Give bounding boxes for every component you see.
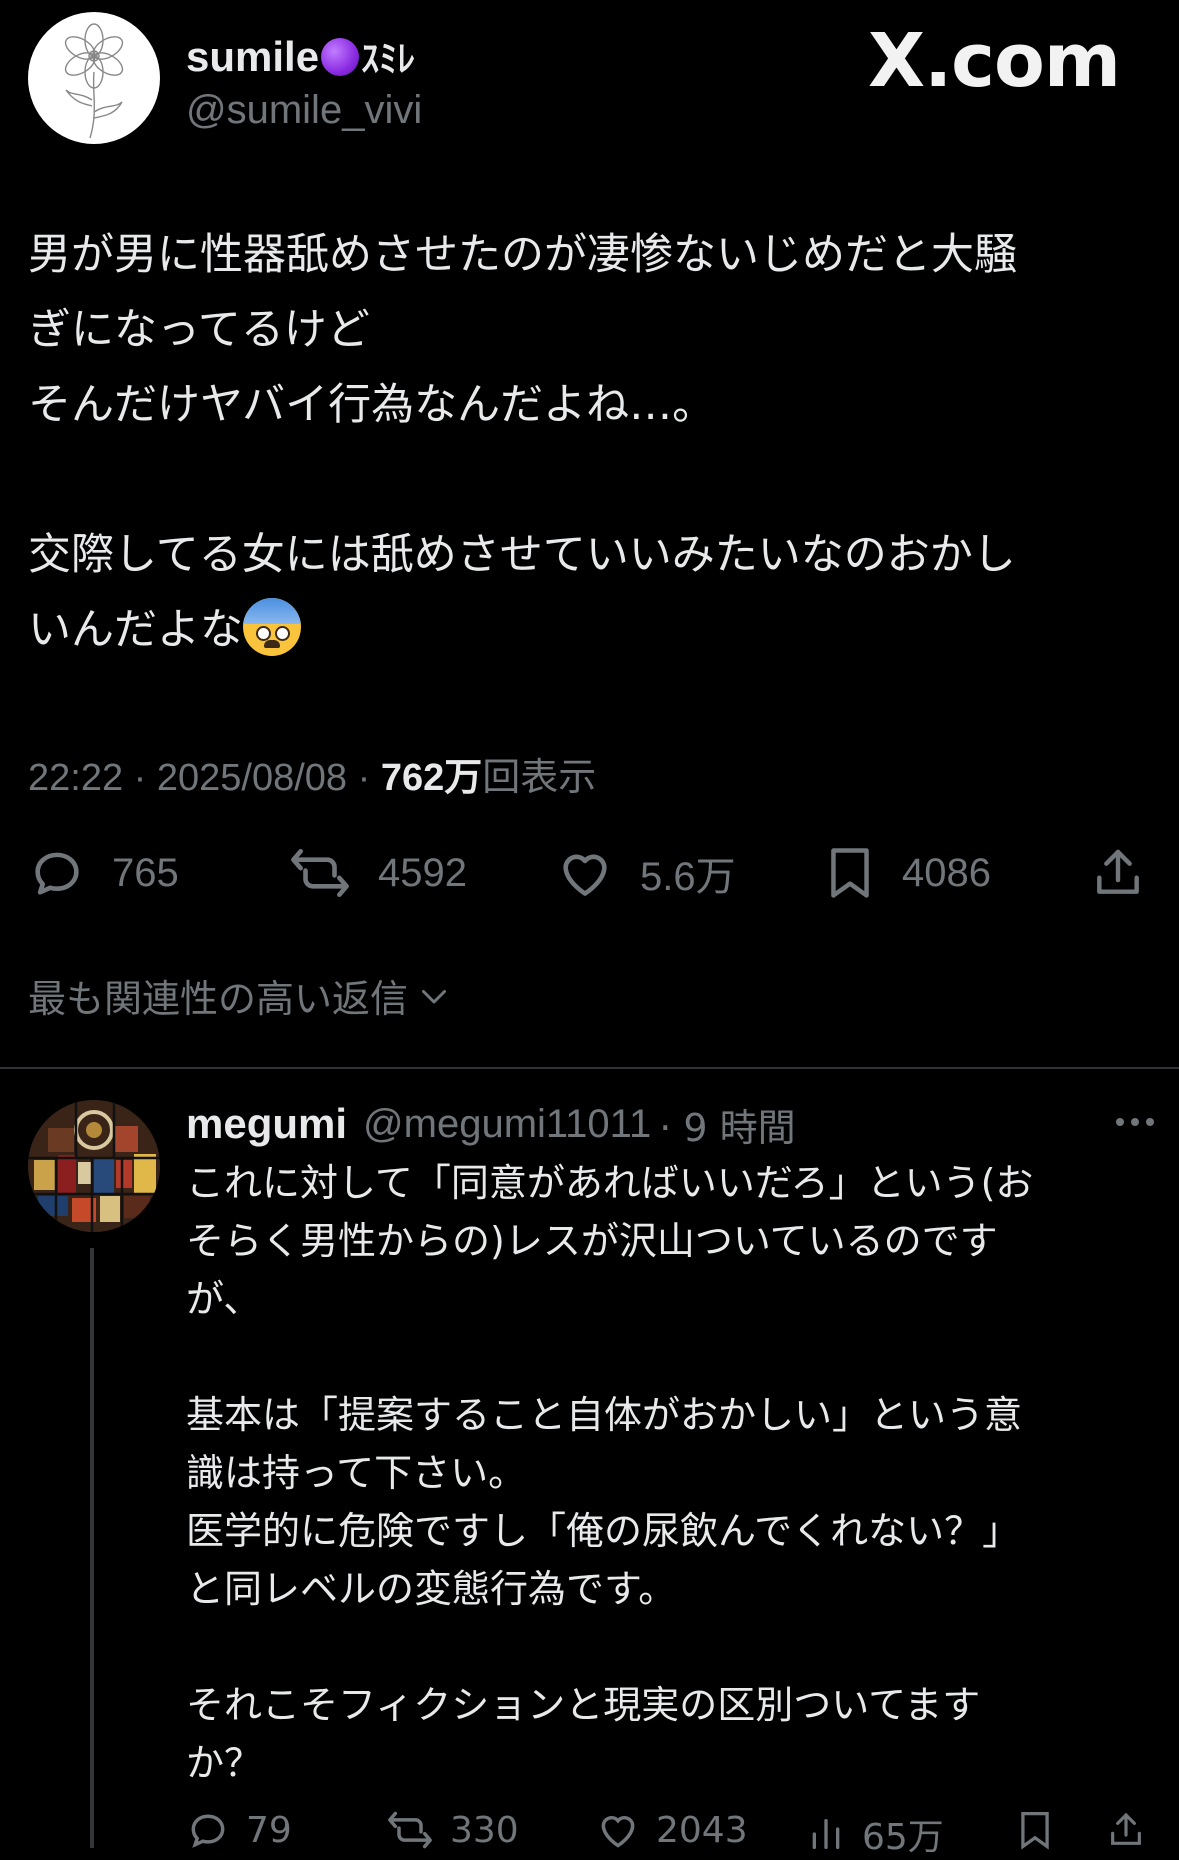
purple-circle-icon <box>321 38 360 76</box>
reply-repost-count: 330 <box>450 1809 519 1851</box>
reply-actions: 79 330 2043 65万 <box>186 1808 1146 1858</box>
repost-icon <box>291 848 349 898</box>
repost-icon <box>388 1811 432 1849</box>
view-label: 回表示 <box>482 757 597 799</box>
chevron-down-icon <box>422 989 447 1003</box>
views-icon <box>812 1819 840 1849</box>
post-header: sumile ｽﾐﾚ @sumile_vivi X.com <box>28 10 1148 150</box>
stained-glass-avatar-icon <box>28 1100 160 1232</box>
reply-like-button[interactable]: 2043 <box>596 1808 748 1852</box>
reply-button[interactable]: 765 <box>28 840 179 906</box>
divider <box>0 1067 1179 1069</box>
like-button[interactable]: 5.6万 <box>556 840 736 906</box>
reply-sort-label: 最も関連性の高い返信 <box>28 977 409 1021</box>
repost-count: 4592 <box>378 850 467 895</box>
like-count: 5.6万 <box>640 855 736 899</box>
reply-views-count: 65万 <box>862 1817 944 1858</box>
reply-repost-button[interactable]: 330 <box>386 1808 519 1852</box>
reply-display-name[interactable]: megumi <box>186 1100 347 1148</box>
reply-text: これに対して「同意があればいいだろ」という(お そらく男性からの)レスが沢山つい… <box>186 1161 1034 1785</box>
reply-like-count: 2043 <box>656 1809 748 1851</box>
user-handle[interactable]: @sumile_vivi <box>186 88 422 133</box>
reply-sort-dropdown[interactable]: 最も関連性の高い返信 <box>28 968 452 1023</box>
reply-time[interactable]: · 9 時間 <box>659 1097 795 1152</box>
fearful-face-emoji <box>243 598 301 656</box>
reply-icon <box>35 852 79 895</box>
more-icon[interactable] <box>1114 1116 1156 1128</box>
bookmark-button[interactable]: 4086 <box>824 840 991 906</box>
post-actions: 765 4592 5.6万 4086 <box>28 840 1148 906</box>
reply-header: megumi @megumi11011 · 9 時間 <box>186 1096 1156 1152</box>
reply-reply-count: 79 <box>246 1809 292 1851</box>
thread-line <box>90 1248 94 1848</box>
bookmark-icon <box>831 848 869 898</box>
reply-count: 765 <box>112 850 179 895</box>
reply-views-button[interactable]: 65万 <box>806 1808 944 1860</box>
repost-button[interactable]: 4592 <box>288 840 467 906</box>
reply-share-button[interactable] <box>1106 1808 1146 1852</box>
post-text: 男が男に性器舐めさせたのが凄惨ないじめだと大騒 ぎになってるけど そんだけヤバイ… <box>28 230 1017 656</box>
flower-sketch-icon <box>64 23 124 139</box>
share-icon <box>1097 849 1139 894</box>
post-time[interactable]: 22:22 <box>28 757 123 799</box>
post-meta: 22:22 · 2025/08/08 · 762万回表示 <box>28 757 597 799</box>
share-icon <box>1111 1812 1141 1845</box>
bookmark-icon <box>1021 1811 1049 1850</box>
reply-handle[interactable]: @megumi11011 <box>363 1102 651 1147</box>
display-name[interactable]: sumile ｽﾐﾚ <box>186 30 415 82</box>
x-logo: X.com <box>868 18 1121 104</box>
reply-bookmark-button[interactable] <box>1016 1808 1054 1852</box>
bookmark-count: 4086 <box>902 850 991 895</box>
post-date[interactable]: 2025/08/08 <box>157 757 347 799</box>
reply-icon <box>191 1814 225 1848</box>
reply-avatar[interactable] <box>28 1100 160 1232</box>
reply-reply-button[interactable]: 79 <box>186 1808 292 1852</box>
like-icon <box>601 1816 635 1848</box>
like-icon <box>563 854 607 896</box>
view-count: 762万 <box>380 757 483 799</box>
avatar[interactable] <box>28 12 160 144</box>
share-button[interactable] <box>1090 840 1146 906</box>
